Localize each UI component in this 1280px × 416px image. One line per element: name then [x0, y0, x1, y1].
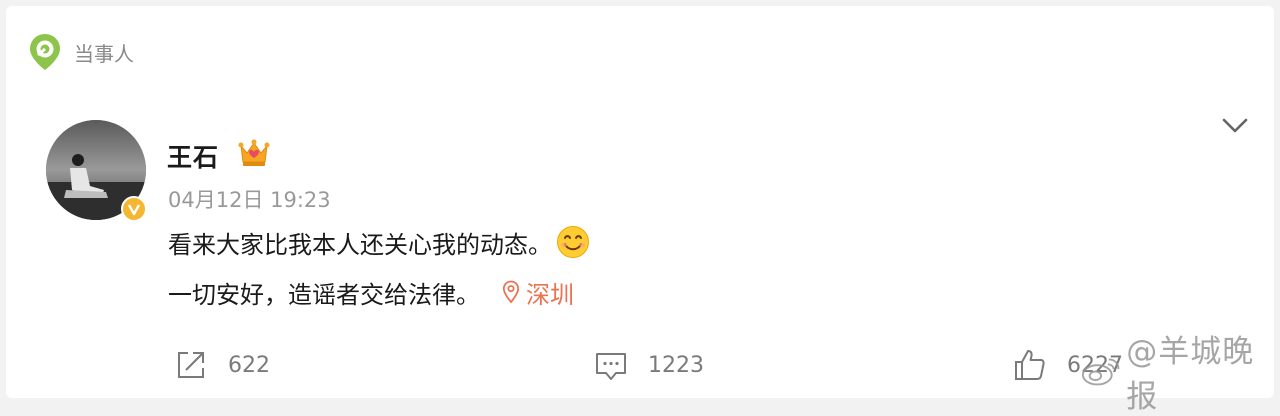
- watermark: @羊城晚报: [1080, 334, 1280, 415]
- comment-icon: [596, 353, 626, 380]
- post-text: 一切安好，造谣者交给法律。: [168, 280, 480, 309]
- comment-count: 1223: [648, 352, 704, 378]
- comment-button[interactable]: 1223: [594, 346, 704, 384]
- post-text-line1: 看来大家比我本人还关心我的动态。: [168, 224, 590, 260]
- crown-icon: [238, 139, 270, 166]
- weibo-logo-icon: [1081, 358, 1120, 386]
- chevron-down-icon[interactable]: [1220, 114, 1250, 138]
- post-text: 看来大家比我本人还关心我的动态。: [168, 230, 552, 259]
- repost-icon: [178, 352, 204, 378]
- location-pin-icon: [30, 34, 60, 70]
- verified-icon: [127, 204, 141, 216]
- post-timestamp[interactable]: 04月12日 19:23: [168, 184, 331, 214]
- location-icon: [502, 280, 520, 304]
- verified-badge: [121, 196, 147, 222]
- location-label: 深圳: [526, 280, 574, 309]
- topic-tag-label: 当事人: [74, 41, 134, 66]
- post-text-line2: 一切安好，造谣者交给法律。 深圳: [168, 274, 574, 310]
- repost-count: 622: [228, 352, 270, 378]
- location-link[interactable]: 深圳: [502, 275, 574, 310]
- topic-tag[interactable]: 当事人: [28, 32, 134, 72]
- like-icon: [1015, 350, 1045, 380]
- repost-button[interactable]: 622: [174, 346, 270, 384]
- weibo-post-card: 当事人 王石 04月12日 19:23 看来大家比我本人还关心我的动态。 一切安…: [6, 6, 1274, 398]
- username[interactable]: 王石: [167, 138, 219, 174]
- smile-emoji: [557, 226, 589, 258]
- watermark-text: @羊城晚报: [1126, 334, 1255, 415]
